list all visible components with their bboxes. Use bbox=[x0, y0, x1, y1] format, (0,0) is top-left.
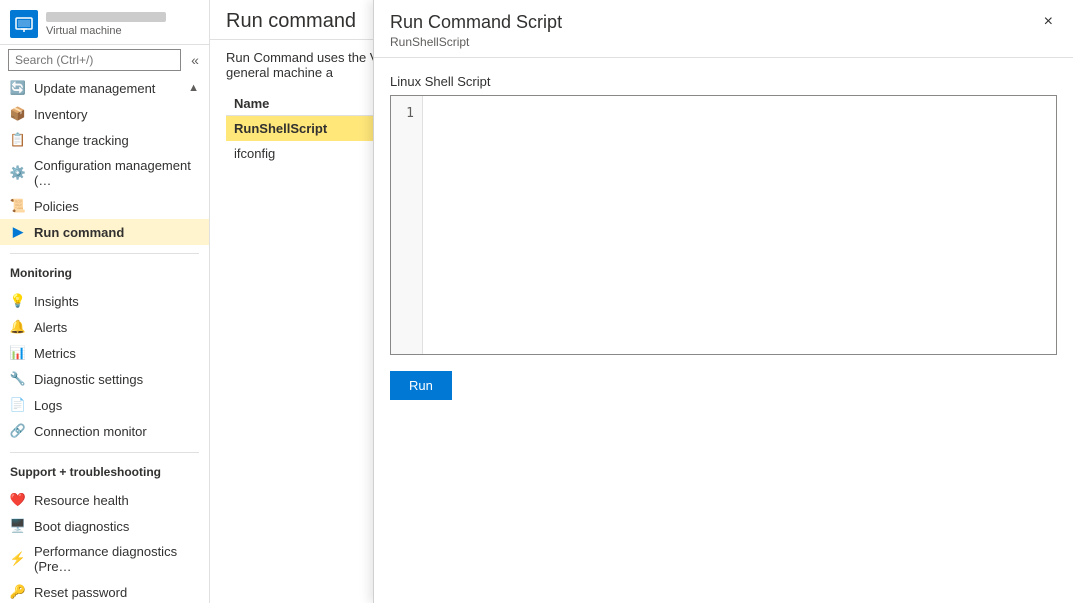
run-icon: ▶ bbox=[10, 224, 26, 240]
sidebar-item-update-management[interactable]: 🔄 Update management ▲ bbox=[0, 75, 209, 101]
boot-icon: 🖥️ bbox=[10, 518, 26, 534]
reset-icon: 🔑 bbox=[10, 584, 26, 600]
policies-icon: 📜 bbox=[10, 198, 26, 214]
support-divider bbox=[10, 452, 199, 453]
vm-icon bbox=[10, 10, 38, 38]
refresh-icon: 🔄 bbox=[10, 80, 26, 96]
sidebar-item-policies[interactable]: 📜 Policies bbox=[0, 193, 209, 219]
sidebar-item-logs[interactable]: 📄 Logs bbox=[0, 392, 209, 418]
panel-title: Run Command Script bbox=[390, 12, 1040, 33]
sidebar-item-metrics[interactable]: 📊 Metrics bbox=[0, 340, 209, 366]
alerts-icon: 🔔 bbox=[10, 319, 26, 335]
panel-close-button[interactable]: × bbox=[1040, 12, 1057, 32]
panel-subtitle: RunShellScript bbox=[390, 35, 1040, 49]
panel-header-text: Run Command Script RunShellScript bbox=[390, 12, 1040, 49]
sidebar-header-text: Virtual machine bbox=[46, 12, 166, 37]
sidebar-item-boot-diagnostics[interactable]: 🖥️ Boot diagnostics bbox=[0, 513, 209, 539]
run-command-panel: Run Command Script RunShellScript × Linu… bbox=[373, 0, 1073, 603]
monitoring-divider bbox=[10, 253, 199, 254]
sidebar-item-reset-password[interactable]: 🔑 Reset password bbox=[0, 579, 209, 603]
sidebar: Virtual machine « 🔄 Update management ▲ … bbox=[0, 0, 210, 603]
health-icon: ❤️ bbox=[10, 492, 26, 508]
insights-icon: 💡 bbox=[10, 293, 26, 309]
search-row: « bbox=[0, 45, 209, 71]
sidebar-item-inventory[interactable]: 📦 Inventory bbox=[0, 101, 209, 127]
script-editor-wrapper: 1 bbox=[390, 95, 1057, 355]
tracking-icon: 📋 bbox=[10, 132, 26, 148]
logs-icon: 📄 bbox=[10, 397, 26, 413]
sidebar-item-change-tracking[interactable]: 📋 Change tracking bbox=[0, 127, 209, 153]
sidebar-item-performance-diagnostics[interactable]: ⚡ Performance diagnostics (Pre… bbox=[0, 539, 209, 579]
panel-body: Linux Shell Script 1 Run bbox=[374, 58, 1073, 603]
sidebar-item-run-command[interactable]: ▶ Run command bbox=[0, 219, 209, 245]
inventory-icon: 📦 bbox=[10, 106, 26, 122]
collapse-sidebar-button[interactable]: « bbox=[185, 50, 205, 70]
sidebar-item-insights[interactable]: 💡 Insights bbox=[0, 288, 209, 314]
operations-section: 🔄 Update management ▲ 📦 Inventory 📋 Chan… bbox=[0, 71, 209, 249]
script-label: Linux Shell Script bbox=[390, 74, 1057, 89]
panel-header: Run Command Script RunShellScript × bbox=[374, 0, 1073, 58]
perf-icon: ⚡ bbox=[10, 551, 26, 567]
metrics-icon: 📊 bbox=[10, 345, 26, 361]
sidebar-item-connection-monitor[interactable]: 🔗 Connection monitor bbox=[0, 418, 209, 444]
monitoring-section: 💡 Insights 🔔 Alerts 📊 Metrics 🔧 Diagnost… bbox=[0, 284, 209, 448]
support-section: ❤️ Resource health 🖥️ Boot diagnostics ⚡… bbox=[0, 483, 209, 603]
vm-name-bar bbox=[46, 12, 166, 22]
script-textarea[interactable] bbox=[423, 96, 1056, 354]
run-button[interactable]: Run bbox=[390, 371, 452, 400]
expand-icon: ▲ bbox=[188, 82, 199, 94]
sidebar-header: Virtual machine bbox=[0, 0, 209, 45]
line-numbers: 1 bbox=[391, 96, 423, 354]
sidebar-item-diagnostic-settings[interactable]: 🔧 Diagnostic settings bbox=[0, 366, 209, 392]
sidebar-item-configuration-management[interactable]: ⚙️ Configuration management (… bbox=[0, 153, 209, 193]
search-input[interactable] bbox=[8, 49, 181, 71]
config-icon: ⚙️ bbox=[10, 165, 26, 181]
sidebar-item-alerts[interactable]: 🔔 Alerts bbox=[0, 314, 209, 340]
support-section-label: Support + troubleshooting bbox=[0, 457, 209, 483]
vm-type-label: Virtual machine bbox=[46, 25, 166, 37]
diagnostic-icon: 🔧 bbox=[10, 371, 26, 387]
connection-icon: 🔗 bbox=[10, 423, 26, 439]
monitoring-section-label: Monitoring bbox=[0, 258, 209, 284]
sidebar-item-resource-health[interactable]: ❤️ Resource health bbox=[0, 487, 209, 513]
page-title: Run command bbox=[226, 10, 356, 33]
